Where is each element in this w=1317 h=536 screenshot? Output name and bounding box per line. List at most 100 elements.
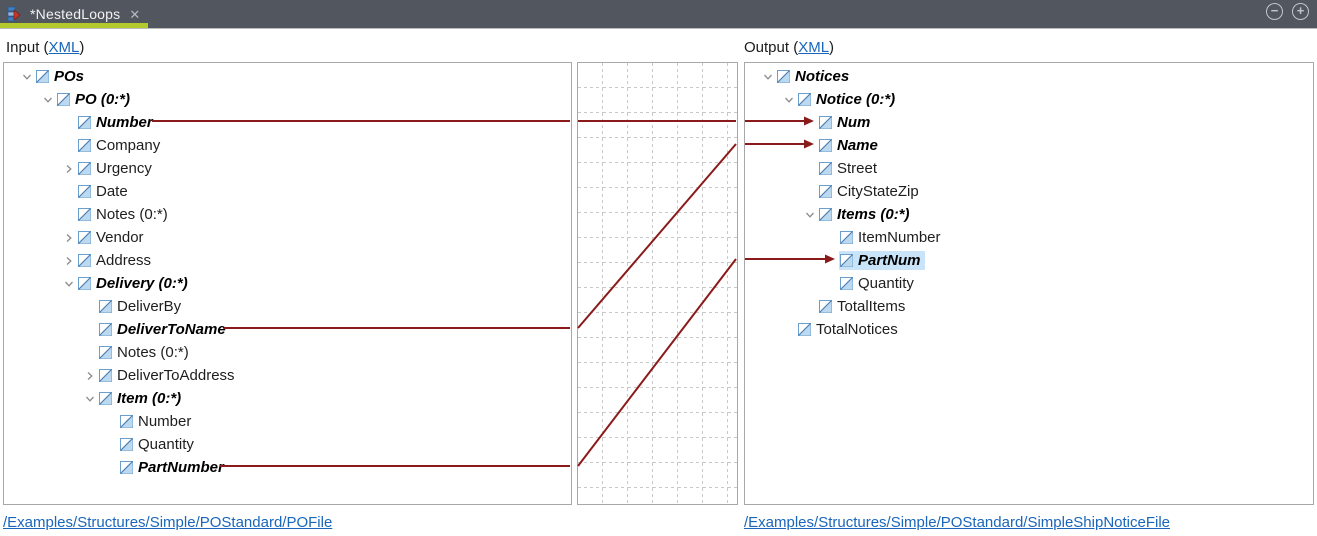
tree-item-totalnotices[interactable]: TotalNotices — [745, 318, 1313, 341]
close-tab-icon[interactable]: ✕ — [129, 7, 140, 23]
tree-item-label: Date — [96, 183, 128, 200]
tree-item-citystatezip[interactable]: CityStateZip — [745, 180, 1313, 203]
xml-element-icon[interactable] — [819, 162, 832, 175]
tree-item-urgency[interactable]: Urgency — [4, 157, 571, 180]
output-file-link[interactable]: /Examples/Structures/Simple/POStandard/S… — [744, 514, 1170, 531]
tab-nestedloops[interactable]: *NestedLoops ✕ — [0, 0, 148, 28]
tree-item-delivertoaddress[interactable]: DeliverToAddress — [4, 364, 571, 387]
xml-element-icon[interactable] — [99, 369, 112, 382]
tree-item-label: Items (0:*) — [837, 206, 910, 223]
tree-item-company[interactable]: Company — [4, 134, 571, 157]
node-box: Quantity — [119, 435, 198, 454]
node-box: Date — [77, 182, 132, 201]
input-xml-link[interactable]: XML — [49, 39, 80, 56]
chevron-collapsed-icon[interactable] — [61, 255, 77, 267]
xml-element-icon[interactable] — [819, 300, 832, 313]
xml-element-icon[interactable] — [78, 139, 91, 152]
xml-element-icon[interactable] — [840, 254, 853, 267]
xml-element-icon[interactable] — [78, 277, 91, 290]
input-file-link[interactable]: /Examples/Structures/Simple/POStandard/P… — [3, 514, 332, 531]
tree-item-po-0[interactable]: PO (0:*) — [4, 88, 571, 111]
tree-item-quantity[interactable]: Quantity — [745, 272, 1313, 295]
tree-item-date[interactable]: Date — [4, 180, 571, 203]
output-xml-link[interactable]: XML — [798, 39, 829, 56]
tab-bar-actions: − + — [1266, 3, 1309, 20]
tree-item-partnumber[interactable]: PartNumber — [4, 456, 571, 479]
tree-item-label: Num — [837, 114, 871, 131]
xml-element-icon[interactable] — [99, 323, 112, 336]
xml-element-icon[interactable] — [99, 346, 112, 359]
tree-item-street[interactable]: Street — [745, 157, 1313, 180]
node-box: CityStateZip — [818, 182, 923, 201]
chevron-expanded-icon[interactable] — [781, 94, 797, 106]
tree-item-number[interactable]: Number — [4, 111, 571, 134]
xml-element-icon[interactable] — [78, 231, 91, 244]
tree-item-notice-0[interactable]: Notice (0:*) — [745, 88, 1313, 111]
chevron-expanded-icon[interactable] — [19, 71, 35, 83]
node-box: Item (0:*) — [98, 389, 185, 408]
tree-item-address[interactable]: Address — [4, 249, 571, 272]
tree-item-items-0[interactable]: Items (0:*) — [745, 203, 1313, 226]
tree-item-partnum[interactable]: PartNum — [745, 249, 1313, 272]
chevron-collapsed-icon[interactable] — [61, 163, 77, 175]
zoom-out-button[interactable]: − — [1266, 3, 1283, 20]
xml-element-icon[interactable] — [78, 208, 91, 221]
xml-element-icon[interactable] — [777, 70, 790, 83]
chevron-expanded-icon[interactable] — [760, 71, 776, 83]
xml-element-icon[interactable] — [78, 185, 91, 198]
tree-item-item-0[interactable]: Item (0:*) — [4, 387, 571, 410]
tree-item-delivery-0[interactable]: Delivery (0:*) — [4, 272, 571, 295]
xml-element-icon[interactable] — [840, 277, 853, 290]
node-box: PartNumber — [119, 458, 228, 477]
tree-item-notices[interactable]: Notices — [745, 65, 1313, 88]
node-box: Quantity — [839, 274, 918, 293]
xml-element-icon[interactable] — [99, 300, 112, 313]
xml-element-icon[interactable] — [120, 461, 133, 474]
xml-element-icon[interactable] — [120, 438, 133, 451]
zoom-in-button[interactable]: + — [1292, 3, 1309, 20]
xml-element-icon[interactable] — [819, 208, 832, 221]
xml-element-icon[interactable] — [78, 162, 91, 175]
tree-item-notes-0[interactable]: Notes (0:*) — [4, 203, 571, 226]
tree-item-number[interactable]: Number — [4, 410, 571, 433]
tree-item-num[interactable]: Num — [745, 111, 1313, 134]
output-label: Output ( — [744, 39, 799, 56]
chevron-expanded-icon[interactable] — [40, 94, 56, 106]
chevron-expanded-icon[interactable] — [82, 393, 98, 405]
tree-item-itemnumber[interactable]: ItemNumber — [745, 226, 1313, 249]
xml-element-icon[interactable] — [840, 231, 853, 244]
xml-element-icon[interactable] — [78, 254, 91, 267]
tree-item-notes-0[interactable]: Notes (0:*) — [4, 341, 571, 364]
tree-item-delivertoname[interactable]: DeliverToName — [4, 318, 571, 341]
tree-item-deliverby[interactable]: DeliverBy — [4, 295, 571, 318]
chevron-expanded-icon[interactable] — [802, 209, 818, 221]
chevron-collapsed-icon[interactable] — [61, 232, 77, 244]
input-header: Input (XML) — [6, 39, 84, 56]
xml-element-icon[interactable] — [819, 116, 832, 129]
tree-item-quantity[interactable]: Quantity — [4, 433, 571, 456]
xml-element-icon[interactable] — [819, 185, 832, 198]
input-label: Input ( — [6, 39, 49, 56]
xml-element-icon[interactable] — [99, 392, 112, 405]
tree-item-totalitems[interactable]: TotalItems — [745, 295, 1313, 318]
tree-item-vendor[interactable]: Vendor — [4, 226, 571, 249]
xml-element-icon[interactable] — [36, 70, 49, 83]
tree-item-pos[interactable]: POs — [4, 65, 571, 88]
xml-element-icon[interactable] — [798, 93, 811, 106]
xml-element-icon[interactable] — [120, 415, 133, 428]
xml-element-icon[interactable] — [798, 323, 811, 336]
chevron-expanded-icon[interactable] — [61, 278, 77, 290]
chevron-collapsed-icon[interactable] — [82, 370, 98, 382]
xml-element-icon[interactable] — [819, 139, 832, 152]
tree-item-name[interactable]: Name — [745, 134, 1313, 157]
input-label-suffix: ) — [79, 39, 85, 56]
tree-item-label: Notice (0:*) — [816, 91, 896, 108]
output-tree-panel: Notices Notice (0:*) Num Name Street CityStat… — [744, 62, 1314, 505]
xml-element-icon[interactable] — [57, 93, 70, 106]
xml-element-icon[interactable] — [78, 116, 91, 129]
node-box: ItemNumber — [839, 228, 945, 247]
mapping-grid-panel[interactable] — [577, 62, 738, 505]
